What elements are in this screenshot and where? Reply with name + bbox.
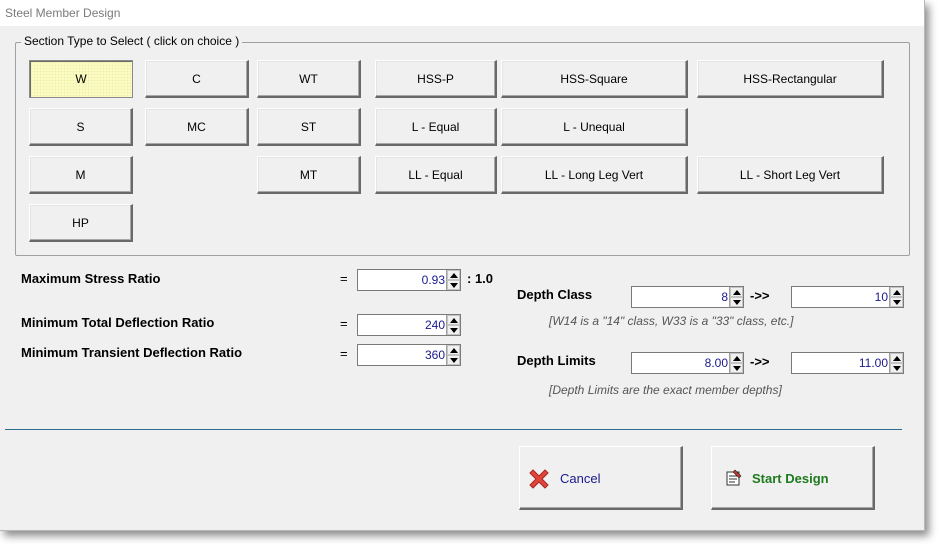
- depth-class-from-arrows: [729, 287, 743, 307]
- max-stress-ratio-value[interactable]: 0.93: [360, 273, 445, 287]
- section-button-mc[interactable]: MC: [145, 108, 249, 146]
- section-button-l-equal[interactable]: L - Equal: [375, 108, 497, 146]
- title-bar: Steel Member Design: [0, 0, 924, 26]
- depth-limits-from-spinner[interactable]: 8.00: [631, 352, 744, 374]
- steel-member-design-window: Steel Member Design Section Type to Sele…: [0, 0, 925, 531]
- depth-limits-to-arrows: [889, 353, 903, 373]
- min-transient-deflection-spinner[interactable]: 360: [357, 344, 461, 366]
- min-transient-deflection-value[interactable]: 360: [360, 348, 445, 362]
- depth-class-from-spinner[interactable]: 8: [631, 286, 744, 308]
- spin-down-icon[interactable]: [447, 325, 460, 335]
- max-stress-ratio-spinner[interactable]: 0.93: [357, 269, 461, 291]
- section-button-w[interactable]: W: [29, 60, 133, 98]
- section-button-l-unequal[interactable]: L - Unequal: [501, 108, 688, 146]
- min-total-deflection-value[interactable]: 240: [360, 318, 445, 332]
- spin-up-icon[interactable]: [730, 287, 743, 297]
- section-button-ll-short-leg-vert[interactable]: LL - Short Leg Vert: [697, 156, 884, 194]
- section-button-hss-p[interactable]: HSS-P: [375, 60, 497, 98]
- spin-up-icon[interactable]: [730, 353, 743, 363]
- section-type-legend: Section Type to Select ( click on choice…: [21, 34, 243, 48]
- spin-up-icon[interactable]: [890, 353, 903, 363]
- depth-class-label: Depth Class: [517, 287, 593, 302]
- depth-limits-to-value[interactable]: 11.00: [794, 356, 888, 370]
- depth-class-to-spinner[interactable]: 10: [791, 286, 904, 308]
- section-button-ll-equal[interactable]: LL - Equal: [375, 156, 497, 194]
- design-sheet-icon: [725, 469, 743, 490]
- max-stress-equals: =: [340, 271, 348, 286]
- depth-limits-from-arrows: [729, 353, 743, 373]
- depth-class-arrow: ->>: [750, 288, 770, 303]
- depth-class-to-value[interactable]: 10: [794, 290, 888, 304]
- spin-down-icon[interactable]: [730, 363, 743, 373]
- depth-limits-to-spinner[interactable]: 11.00: [791, 352, 904, 374]
- start-design-button[interactable]: Start Design: [711, 446, 875, 510]
- section-button-hss-rectangular[interactable]: HSS-Rectangular: [697, 60, 884, 98]
- spin-up-icon[interactable]: [447, 270, 460, 280]
- depth-limits-arrow: ->>: [750, 354, 770, 369]
- depth-limits-note: [Depth Limits are the exact member depth…: [549, 383, 782, 397]
- cancel-button-label: Cancel: [560, 471, 601, 486]
- section-button-c[interactable]: C: [145, 60, 249, 98]
- spin-up-icon[interactable]: [890, 287, 903, 297]
- depth-class-from-value[interactable]: 8: [634, 290, 728, 304]
- window-title: Steel Member Design: [5, 6, 121, 20]
- max-stress-ratio-arrows: [446, 270, 460, 290]
- spin-up-icon[interactable]: [447, 315, 460, 325]
- max-stress-ratio-label: Maximum Stress Ratio: [21, 271, 161, 286]
- spin-down-icon[interactable]: [447, 280, 460, 290]
- section-button-hp[interactable]: HP: [29, 204, 133, 242]
- spin-down-icon[interactable]: [890, 297, 903, 307]
- min-total-deflection-arrows: [446, 315, 460, 335]
- spin-down-icon[interactable]: [890, 363, 903, 373]
- min-total-deflection-label: Minimum Total Deflection Ratio: [21, 315, 215, 330]
- min-transient-deflection-equals: =: [340, 346, 348, 361]
- red-x-icon: [526, 466, 552, 495]
- section-button-ll-long-leg-vert[interactable]: LL - Long Leg Vert: [501, 156, 688, 194]
- section-button-m[interactable]: M: [29, 156, 133, 194]
- section-button-s[interactable]: S: [29, 108, 133, 146]
- section-button-hss-square[interactable]: HSS-Square: [501, 60, 688, 98]
- spin-up-icon[interactable]: [447, 345, 460, 355]
- section-button-mt[interactable]: MT: [257, 156, 361, 194]
- separator-line: [5, 429, 902, 430]
- depth-limits-label: Depth Limits: [517, 353, 596, 368]
- start-design-button-label: Start Design: [752, 471, 829, 486]
- min-total-deflection-equals: =: [340, 316, 348, 331]
- min-total-deflection-spinner[interactable]: 240: [357, 314, 461, 336]
- spin-down-icon[interactable]: [447, 355, 460, 365]
- max-stress-ratio-suffix: : 1.0: [467, 271, 494, 286]
- section-button-st[interactable]: ST: [257, 108, 361, 146]
- depth-class-note: [W14 is a "14" class, W33 is a "33" clas…: [549, 314, 794, 328]
- section-button-wt[interactable]: WT: [257, 60, 361, 98]
- min-transient-deflection-label: Minimum Transient Deflection Ratio: [21, 345, 243, 360]
- depth-limits-from-value[interactable]: 8.00: [634, 356, 728, 370]
- cancel-button[interactable]: Cancel: [519, 446, 683, 510]
- min-transient-deflection-arrows: [446, 345, 460, 365]
- spin-down-icon[interactable]: [730, 297, 743, 307]
- depth-class-to-arrows: [889, 287, 903, 307]
